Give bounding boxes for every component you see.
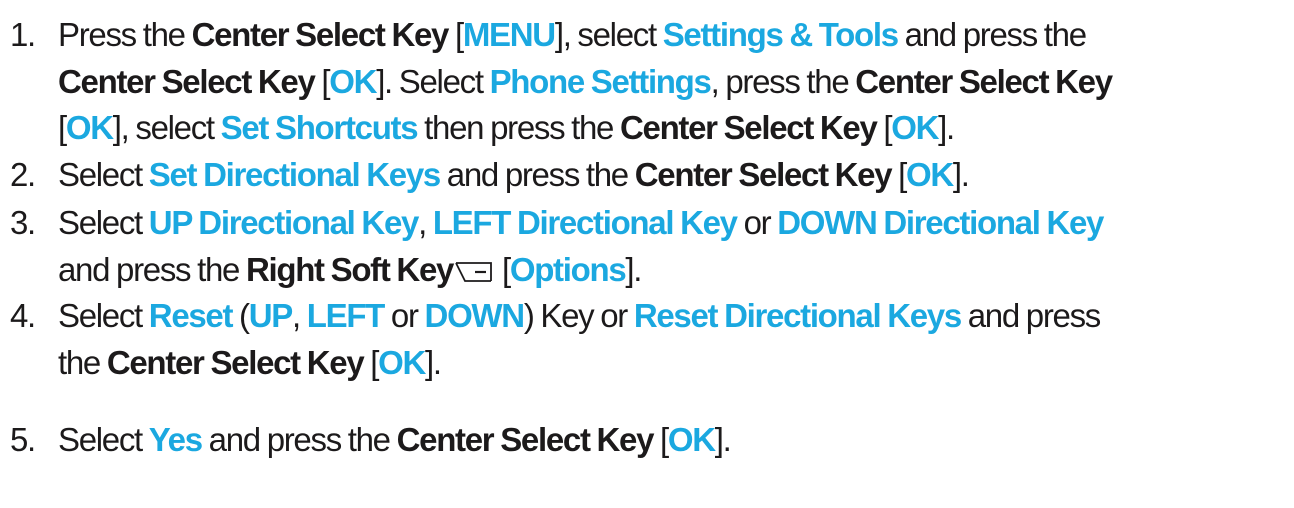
text-segment: [ <box>891 156 907 193</box>
text-segment: , <box>418 204 433 241</box>
text-segment: [ <box>363 343 379 381</box>
text-segment: or <box>384 297 425 334</box>
text-segment: , <box>292 297 307 334</box>
step-line: the Center Select Key [OK]. <box>58 340 1100 387</box>
text-segment: ]. Select <box>376 62 490 100</box>
text-segment: ], select <box>112 109 221 146</box>
text-segment: and press the <box>897 16 1087 53</box>
step-line: [OK], select Set Shortcuts then press th… <box>58 105 1112 152</box>
text-segment: [ <box>876 109 892 146</box>
text-segment: and press the <box>439 156 635 193</box>
menu-term: MENU <box>462 16 556 53</box>
right-soft-key-icon <box>455 261 492 282</box>
text-segment: and press the <box>58 250 246 288</box>
menu-term: OK <box>891 109 939 146</box>
step-line: Select UP Directional Key, LEFT Directio… <box>58 200 1104 247</box>
step-4: 4. Select Reset (UP, LEFT or DOWN) Key o… <box>0 293 1108 386</box>
key-name: Center Select Key <box>619 109 878 146</box>
text-segment: Select <box>58 156 149 193</box>
step-line: Press the Center Select Key [MENU], sele… <box>58 12 1112 59</box>
key-name: Right Soft Key <box>245 250 454 288</box>
text-segment: [ <box>448 16 464 53</box>
step-line: Select Reset (UP, LEFT or DOWN) Key or R… <box>58 293 1102 340</box>
step-line: Select Set Directional Keys and press th… <box>58 152 970 199</box>
key-name: Center Select Key <box>58 62 316 100</box>
menu-term: Options <box>509 250 627 288</box>
menu-term: OK <box>906 156 954 193</box>
text-segment: [ <box>58 109 67 146</box>
text-segment: , press the <box>710 62 856 100</box>
menu-term: Reset Directional Keys <box>633 297 962 334</box>
menu-term: LEFT <box>306 297 386 334</box>
key-name: Center Select Key <box>191 16 450 53</box>
text-segment: [ <box>314 62 330 100</box>
menu-term: DOWN <box>424 297 526 334</box>
text-segment: ]. <box>425 343 442 381</box>
menu-term: DOWN Directional Key <box>777 204 1104 241</box>
menu-term: Phone Settings <box>489 62 712 100</box>
menu-term: OK <box>329 62 377 100</box>
text-segment: [ <box>495 250 511 288</box>
key-name: Center Select Key <box>855 62 1113 100</box>
step-line: and press the Right Soft Key [Options]. <box>58 247 1103 294</box>
step-number: 5. <box>10 421 36 458</box>
text-segment: and press <box>960 297 1102 334</box>
step-line: Center Select Key [OK]. Select Phone Set… <box>58 59 1113 106</box>
text-segment: ]. <box>952 156 970 193</box>
step-number: 3. <box>10 204 36 241</box>
step-number: 4. <box>10 297 36 334</box>
menu-term: OK <box>667 421 716 458</box>
step-number: 1. <box>10 16 36 53</box>
text-segment: ]. <box>938 109 955 146</box>
text-segment: ], select <box>554 16 663 53</box>
key-name: Center Select Key <box>106 343 365 381</box>
text-segment: Select <box>58 204 149 241</box>
text-segment: Select <box>58 421 149 458</box>
menu-term: Set Directional Keys <box>148 156 441 193</box>
menu-term: Reset <box>148 297 234 334</box>
menu-term: UP <box>248 297 294 334</box>
step-1: 1. Press the Center Select Key [MENU], s… <box>0 12 1120 152</box>
text-segment: [ <box>653 421 669 458</box>
step-5: 5. Select Yes and press the Center Selec… <box>0 417 739 464</box>
key-name: Center Select Key <box>396 421 655 458</box>
menu-term: LEFT Directional Key <box>432 204 738 241</box>
step-number: 2. <box>10 156 36 193</box>
text-segment: Press the <box>58 16 192 53</box>
menu-term: Set Shortcuts <box>220 109 419 146</box>
menu-term: OK <box>378 343 426 381</box>
text-segment: or <box>736 204 778 241</box>
text-segment: ) Key or <box>523 297 634 334</box>
key-name: Center Select Key <box>634 156 893 193</box>
instructions-page: 1. Press the Center Select Key [MENU], s… <box>0 0 1294 508</box>
menu-term: OK <box>65 109 114 146</box>
text-segment: Select <box>58 297 149 334</box>
text-segment: then press the <box>417 109 620 146</box>
menu-term: UP Directional Key <box>148 204 420 241</box>
text-segment: ]. <box>625 250 642 288</box>
text-segment: the <box>58 343 107 381</box>
step-2: 2. Select Set Directional Keys and press… <box>0 152 977 199</box>
step-3: 3. Select UP Directional Key, LEFT Direc… <box>0 200 1111 293</box>
text-segment: and press the <box>201 421 397 458</box>
menu-term: Settings & Tools <box>662 16 899 53</box>
text-segment: ( <box>232 297 250 334</box>
text-segment: ]. <box>714 421 732 458</box>
step-line: Select Yes and press the Center Select K… <box>58 417 732 464</box>
menu-term: Yes <box>148 421 203 458</box>
